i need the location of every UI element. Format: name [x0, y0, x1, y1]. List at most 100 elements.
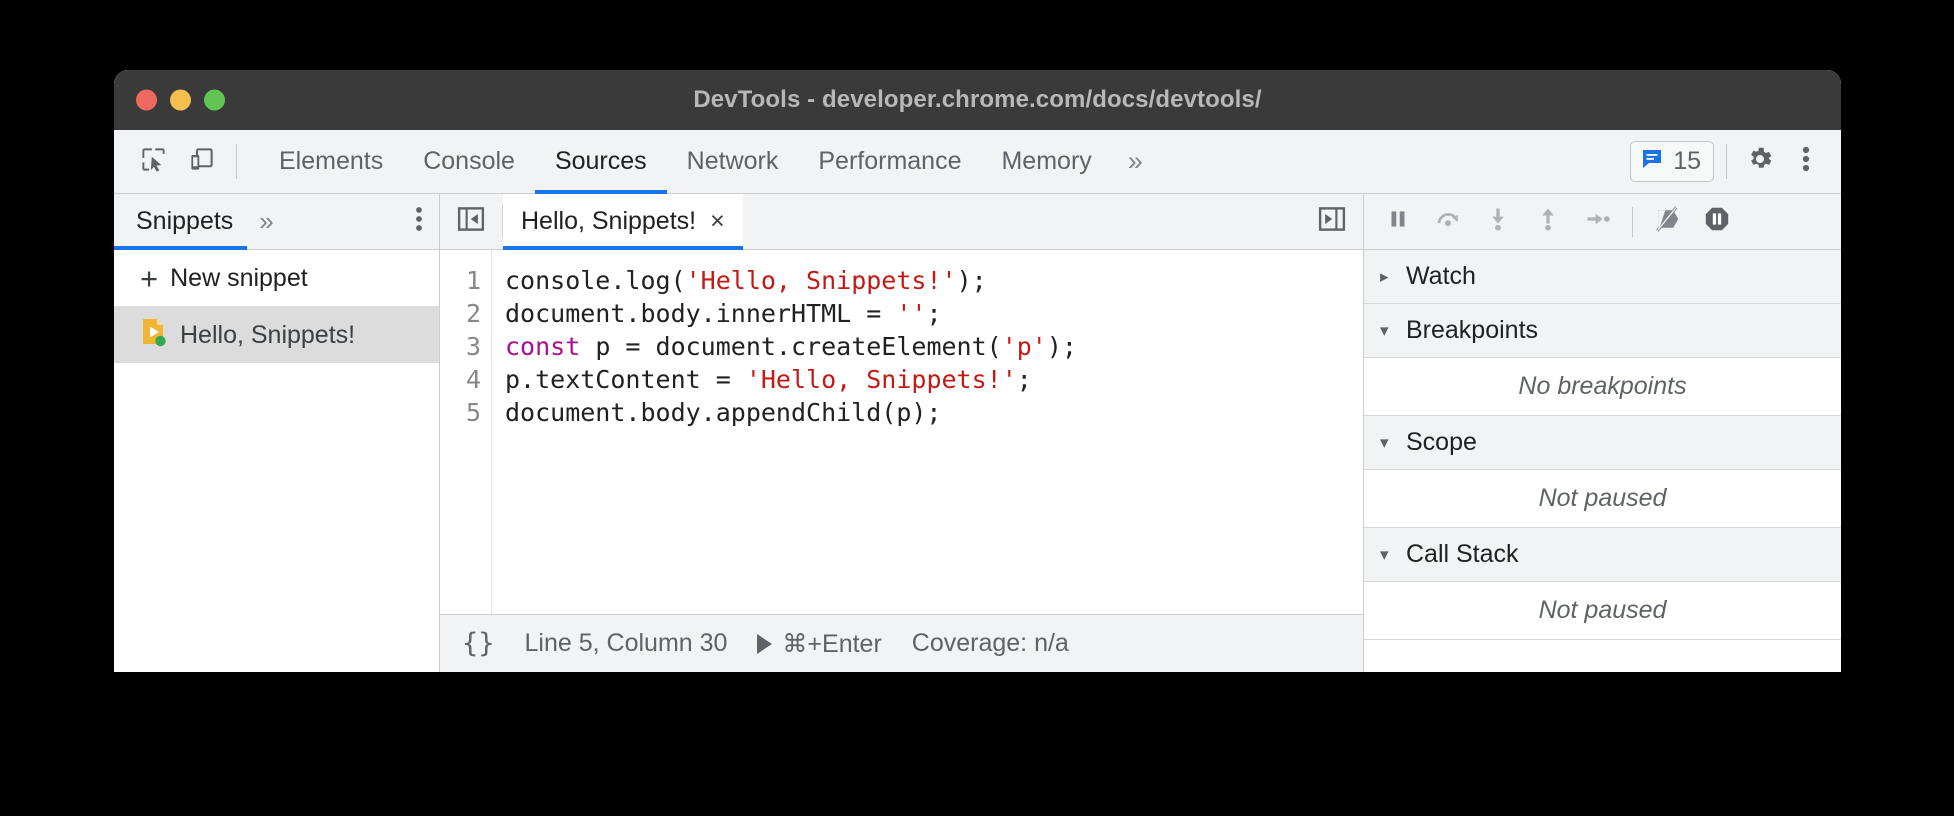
code-token: const	[505, 332, 580, 361]
message-bubble-icon	[1640, 147, 1664, 176]
pretty-print-button[interactable]: {}	[462, 628, 495, 659]
tab-label: Sources	[555, 147, 647, 176]
snippet-file-icon	[140, 317, 168, 354]
section-title: Scope	[1406, 428, 1477, 457]
deactivate-breakpoints-icon	[1652, 204, 1682, 239]
navigator-menu-button[interactable]	[415, 205, 423, 238]
chevron-down-icon: ▾	[1380, 545, 1394, 565]
pause-on-exceptions-button[interactable]	[1693, 200, 1741, 244]
navigator-tab-snippets[interactable]: Snippets	[128, 194, 241, 249]
editor-pane: Hello, Snippets! ×	[440, 194, 1363, 672]
section-watch[interactable]: ▸ Watch	[1364, 250, 1841, 304]
devtools-main-toolbar: Elements Console Sources Network Perform…	[114, 130, 1841, 194]
debugger-sections: ▸ Watch ▾ Breakpoints No breakpoints ▾ S…	[1364, 250, 1841, 640]
cursor-position: Line 5, Column 30	[525, 629, 728, 658]
section-scope[interactable]: ▾ Scope	[1364, 416, 1841, 470]
hide-navigator-icon	[456, 204, 486, 239]
screenshot-root: DevTools - developer.chrome.com/docs/dev…	[0, 0, 1954, 816]
code-line: p.textContent = 'Hello, Snippets!';	[505, 363, 1363, 396]
navigator-pane: Snippets »	[114, 194, 440, 672]
step-out-button[interactable]	[1524, 200, 1572, 244]
line-number: 4	[440, 363, 481, 396]
toolbar-right-group: 15	[1630, 130, 1841, 193]
navigator-tab-label: Snippets	[136, 207, 233, 236]
list-item[interactable]: Hello, Snippets!	[114, 307, 439, 363]
editor-tabbar: Hello, Snippets! ×	[440, 194, 1363, 250]
step-icon	[1584, 205, 1612, 238]
line-number: 1	[440, 264, 481, 297]
code-token: 'p'	[1002, 332, 1047, 361]
new-snippet-button[interactable]: + New snippet	[114, 250, 439, 307]
section-title: Watch	[1406, 262, 1476, 291]
section-call-stack[interactable]: ▾ Call Stack	[1364, 528, 1841, 582]
code-line: const p = document.createElement('p');	[505, 330, 1363, 363]
code-content[interactable]: console.log('Hello, Snippets!');document…	[492, 250, 1363, 614]
step-over-button[interactable]	[1424, 200, 1472, 244]
section-breakpoints[interactable]: ▾ Breakpoints	[1364, 304, 1841, 358]
toolbar-icon-group	[114, 130, 259, 193]
gear-icon	[1745, 144, 1775, 179]
debugger-toolbar-divider	[1632, 207, 1633, 237]
chevron-double-right-icon: »	[259, 206, 273, 236]
minimize-window-button[interactable]	[170, 90, 191, 111]
code-token: 'Hello, Snippets!'	[746, 365, 1017, 394]
chevron-down-icon: ▾	[1380, 433, 1394, 453]
toolbar-divider	[236, 144, 237, 179]
tab-memory[interactable]: Memory	[981, 130, 1111, 193]
code-token: );	[1047, 332, 1077, 361]
tab-network[interactable]: Network	[667, 130, 799, 193]
kebab-menu-icon	[1802, 144, 1810, 179]
inspect-element-button[interactable]	[132, 141, 174, 183]
step-into-button[interactable]	[1474, 200, 1522, 244]
editor-tab-hello-snippets[interactable]: Hello, Snippets! ×	[503, 194, 743, 249]
kebab-menu-icon	[415, 220, 423, 237]
code-token: ;	[926, 299, 941, 328]
line-number: 3	[440, 330, 481, 363]
hide-navigator-button[interactable]	[440, 194, 502, 249]
navigator-more-tabs-button[interactable]: »	[259, 206, 273, 237]
tab-elements[interactable]: Elements	[259, 130, 403, 193]
play-icon	[757, 634, 772, 654]
window-titlebar: DevTools - developer.chrome.com/docs/dev…	[114, 70, 1841, 130]
show-debugger-icon	[1317, 204, 1347, 239]
panel-tabs: Elements Console Sources Network Perform…	[259, 130, 1159, 193]
settings-button[interactable]	[1739, 141, 1781, 183]
close-window-button[interactable]	[136, 90, 157, 111]
close-icon[interactable]: ×	[710, 209, 725, 234]
breakpoints-empty-message: No breakpoints	[1364, 358, 1841, 416]
snippet-label: Hello, Snippets!	[180, 321, 355, 350]
code-line: document.body.innerHTML = '';	[505, 297, 1363, 330]
step-out-icon	[1534, 205, 1562, 238]
code-token: 'Hello, Snippets!'	[686, 266, 957, 295]
zoom-window-button[interactable]	[204, 90, 225, 111]
debugger-pane: ▸ Watch ▾ Breakpoints No breakpoints ▾ S…	[1363, 194, 1841, 672]
devtools-window: DevTools - developer.chrome.com/docs/dev…	[114, 70, 1841, 672]
deactivate-breakpoints-button[interactable]	[1643, 200, 1691, 244]
code-line: console.log('Hello, Snippets!');	[505, 264, 1363, 297]
code-token: p.textContent =	[505, 365, 746, 394]
step-button[interactable]	[1574, 200, 1622, 244]
tab-label: Network	[687, 147, 779, 176]
step-into-icon	[1484, 205, 1512, 238]
tab-performance[interactable]: Performance	[798, 130, 981, 193]
toolbar-right-divider	[1726, 144, 1727, 179]
new-snippet-label: New snippet	[170, 264, 308, 293]
code-token: document.body.appendChild(p);	[505, 398, 942, 427]
pause-script-execution-button[interactable]	[1374, 200, 1422, 244]
chevron-double-right-icon: »	[1128, 146, 1143, 177]
section-title: Breakpoints	[1406, 316, 1538, 345]
step-over-icon	[1434, 205, 1462, 238]
tab-sources[interactable]: Sources	[535, 130, 667, 193]
code-editor[interactable]: 12345 console.log('Hello, Snippets!');do…	[440, 250, 1363, 614]
call-stack-empty-message: Not paused	[1364, 582, 1841, 640]
device-toolbar-button[interactable]	[180, 141, 222, 183]
more-tabs-button[interactable]: »	[1112, 130, 1159, 193]
line-number: 2	[440, 297, 481, 330]
console-messages-badge[interactable]: 15	[1630, 141, 1714, 182]
code-line: document.body.appendChild(p);	[505, 396, 1363, 429]
chevron-right-icon: ▸	[1380, 267, 1394, 287]
show-debugger-button[interactable]	[1301, 194, 1363, 249]
run-snippet-button[interactable]: ⌘+Enter	[757, 629, 881, 659]
tab-console[interactable]: Console	[403, 130, 535, 193]
main-menu-button[interactable]	[1785, 141, 1827, 183]
